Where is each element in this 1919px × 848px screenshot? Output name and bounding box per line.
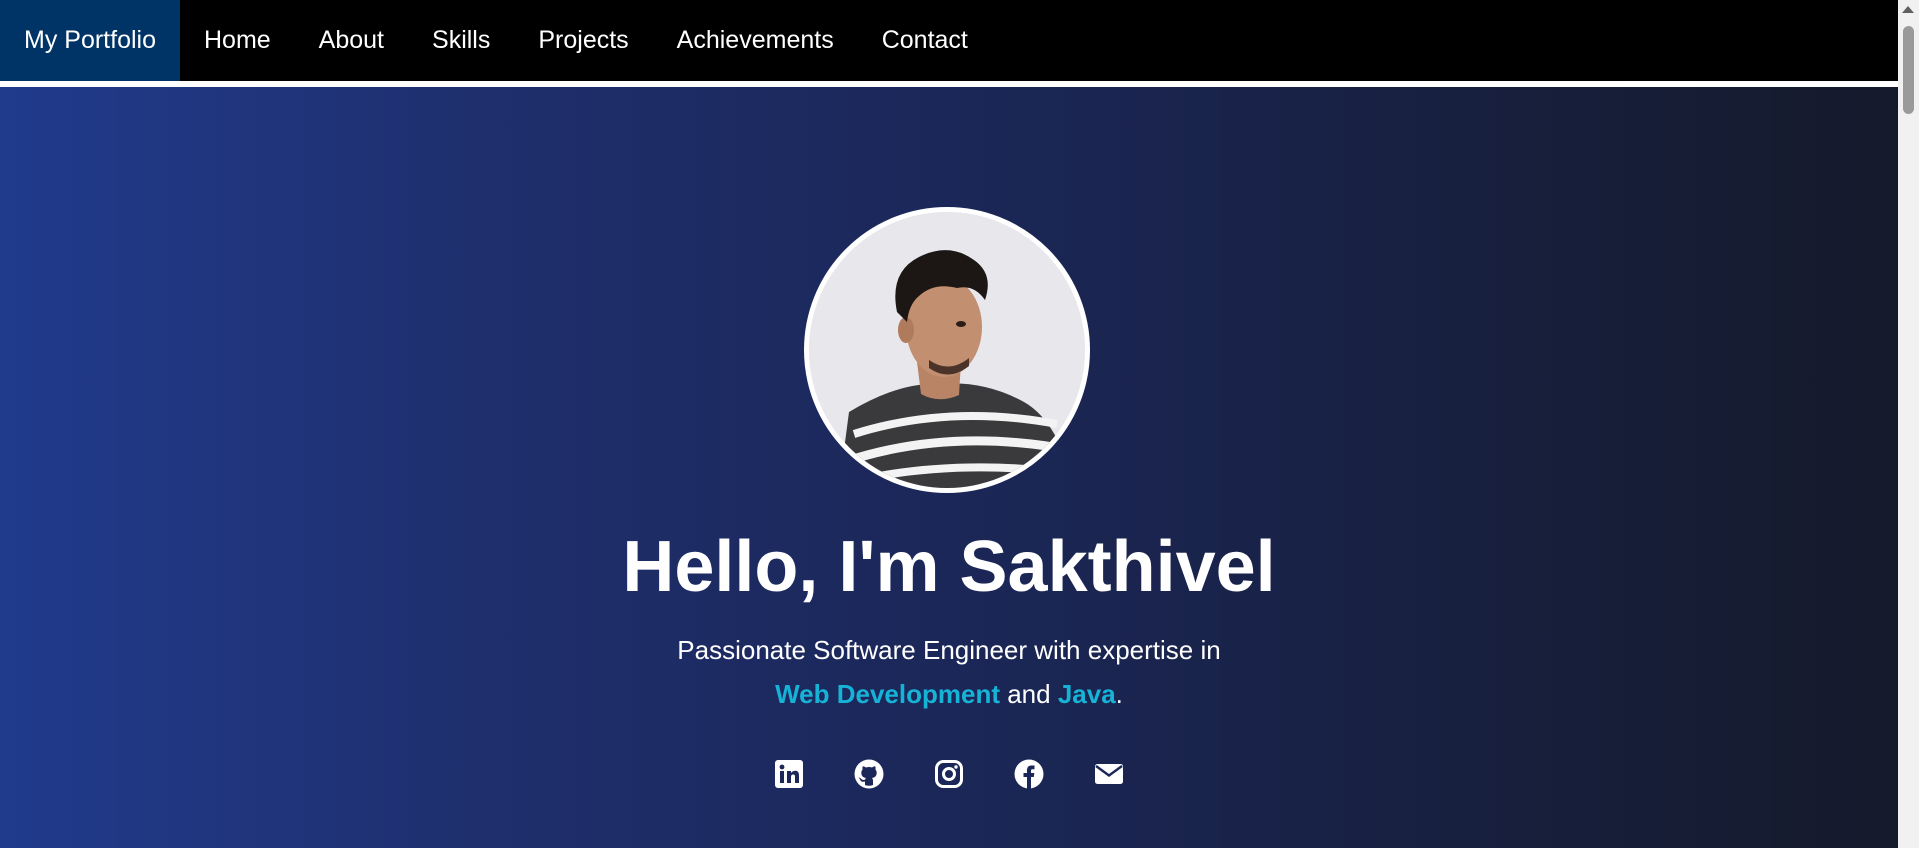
nav-brand[interactable]: My Portfolio — [0, 0, 180, 81]
nav-link-home[interactable]: Home — [180, 26, 295, 55]
hero-subtitle-line: Passionate Software Engineer with expert… — [677, 635, 1221, 665]
facebook-icon[interactable] — [1013, 758, 1045, 790]
navbar: My Portfolio Home About Skills Projects … — [0, 0, 1898, 81]
nav-links: Home About Skills Projects Achievements … — [180, 0, 992, 81]
hero-subtitle: Passionate Software Engineer with expert… — [0, 628, 1898, 716]
scroll-up-arrow-icon[interactable] — [1902, 6, 1914, 13]
page-scrollbar[interactable] — [1898, 0, 1919, 848]
nav-link-achievements[interactable]: Achievements — [653, 26, 858, 55]
nav-link-projects[interactable]: Projects — [514, 26, 652, 55]
social-links — [0, 758, 1898, 790]
subtitle-connector: and — [1000, 679, 1058, 709]
instagram-icon[interactable] — [933, 758, 965, 790]
profile-avatar — [804, 207, 1090, 493]
linkedin-icon[interactable] — [773, 758, 805, 790]
subtitle-end: . — [1115, 679, 1123, 709]
github-icon[interactable] — [853, 758, 885, 790]
hero-subtitle-expertise: Web Development and Java. — [0, 672, 1898, 716]
highlight-java: Java — [1057, 679, 1116, 709]
email-icon[interactable] — [1093, 758, 1125, 790]
nav-link-contact[interactable]: Contact — [858, 26, 992, 55]
nav-link-skills[interactable]: Skills — [408, 26, 514, 55]
highlight-web-development: Web Development — [775, 679, 1000, 709]
scrollbar-thumb[interactable] — [1903, 26, 1914, 114]
nav-link-about[interactable]: About — [295, 26, 408, 55]
hero-title: Hello, I'm Sakthivel — [622, 527, 1276, 607]
profile-photo — [809, 212, 1085, 488]
